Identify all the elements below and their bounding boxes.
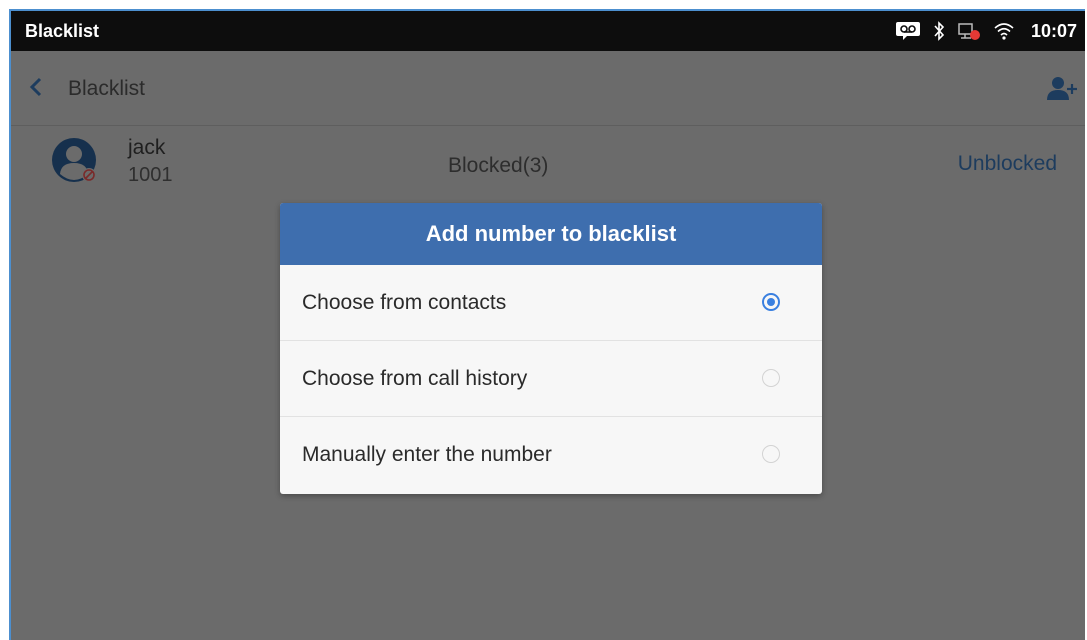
list-item[interactable]: jack 1001 Blocked(3) Unblocked: [11, 126, 1085, 204]
bluetooth-icon: [933, 21, 945, 41]
clock: 10:07: [1030, 20, 1077, 41]
network-error-icon: [957, 21, 981, 41]
unblock-button[interactable]: Unblocked: [958, 152, 1057, 176]
add-to-blacklist-dialog: Add number to blacklist Choose from cont…: [280, 203, 822, 494]
option-label: Manually enter the number: [302, 443, 552, 466]
page-title: Blacklist: [68, 77, 146, 100]
status-bar: Blacklist 10:07: [11, 11, 1085, 51]
radio-button[interactable]: [762, 445, 780, 463]
contact-number: 1001: [128, 164, 173, 186]
radio-button[interactable]: [762, 369, 780, 387]
voicemail-icon: [895, 21, 921, 41]
option-manually-enter-number[interactable]: Manually enter the number: [280, 417, 822, 494]
blacklist-screen: Blacklist jack 1001 Blocked(3) Unblocked…: [11, 51, 1085, 640]
status-bar-title: Blacklist: [25, 21, 100, 41]
dialog-title: Add number to blacklist: [280, 203, 822, 265]
option-choose-from-call-history[interactable]: Choose from call history: [280, 341, 822, 417]
blocked-count: Blocked(3): [448, 154, 549, 177]
option-choose-from-contacts[interactable]: Choose from contacts: [280, 265, 822, 341]
option-label: Choose from call history: [302, 367, 528, 390]
radio-button-selected[interactable]: [762, 293, 780, 311]
add-contact-icon[interactable]: [1045, 75, 1079, 106]
screen-frame: Blacklist 10:07 Blacklist jack 1001 Bloc…: [9, 9, 1085, 640]
status-icons: 10:07: [895, 11, 1077, 51]
top-bar: Blacklist: [11, 51, 1085, 126]
contact-name: jack: [128, 136, 166, 159]
avatar: [51, 137, 101, 192]
chevron-left-icon[interactable]: [27, 77, 47, 102]
option-label: Choose from contacts: [302, 291, 507, 314]
wifi-icon: [993, 21, 1015, 41]
